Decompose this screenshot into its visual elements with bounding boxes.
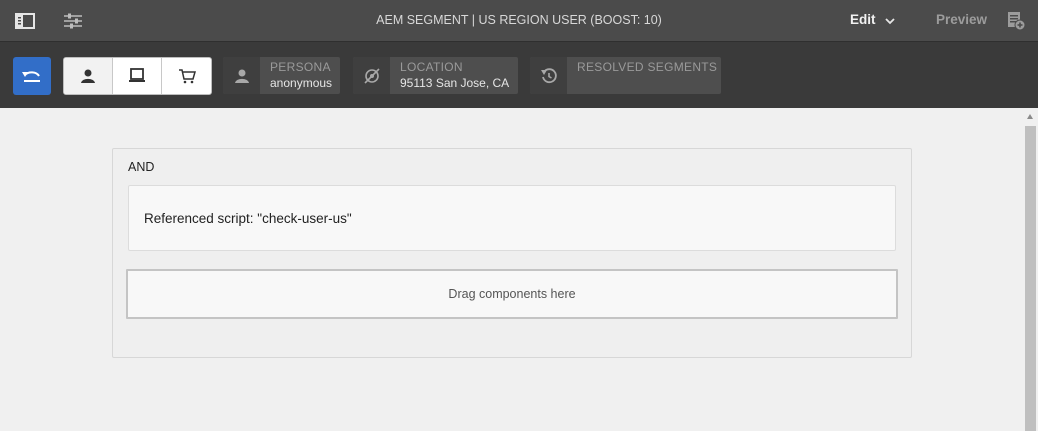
vertical-scrollbar[interactable] <box>1023 108 1038 431</box>
location-module[interactable]: LOCATION 95113 San Jose, CA <box>353 57 518 94</box>
context-hub-toolbar: PERSONA anonymous LOCATION 95113 San Jos… <box>0 42 1038 108</box>
undo-arrow-icon <box>22 71 40 82</box>
resolved-segments-icon <box>530 57 567 94</box>
component-drop-zone[interactable]: Drag components here <box>126 269 898 319</box>
location-value: 95113 San Jose, CA <box>400 76 510 90</box>
page-info-icon[interactable] <box>1004 9 1028 33</box>
persona-mode-button[interactable] <box>64 58 113 94</box>
persona-user-icon <box>223 57 260 94</box>
scroll-up-arrow-icon[interactable] <box>1027 114 1033 119</box>
and-container-label: AND <box>128 160 155 174</box>
drop-zone-label: Drag components here <box>448 287 576 301</box>
resolved-segments-module[interactable]: RESOLVED SEGMENTS <box>530 57 721 94</box>
page-title: AEM SEGMENT | US REGION USER (BOOST: 10) <box>376 13 662 27</box>
shopping-cart-icon <box>178 69 196 84</box>
cart-mode-button[interactable] <box>162 58 211 94</box>
chevron-down-icon[interactable] <box>885 13 895 31</box>
monitor-icon <box>129 68 145 82</box>
resolved-segments-label: RESOLVED SEGMENTS <box>577 60 718 74</box>
location-label: LOCATION <box>400 60 463 74</box>
device-mode-switcher <box>63 57 212 95</box>
and-container[interactable] <box>112 148 912 358</box>
top-bar: AEM SEGMENT | US REGION USER (BOOST: 10)… <box>0 0 1038 42</box>
edit-mode-button[interactable]: Edit <box>850 12 876 27</box>
persona-module[interactable]: PERSONA anonymous <box>223 57 340 94</box>
preview-button[interactable]: Preview <box>936 12 987 27</box>
persona-value: anonymous <box>270 76 333 90</box>
user-icon <box>81 69 95 83</box>
persona-label: PERSONA <box>270 60 331 74</box>
location-off-icon <box>353 57 390 94</box>
exit-context-hub-button[interactable] <box>13 57 51 95</box>
scrollbar-thumb[interactable] <box>1025 126 1036 431</box>
referenced-script-text: Referenced script: "check-user-us" <box>144 211 352 226</box>
device-mode-button[interactable] <box>113 58 162 94</box>
